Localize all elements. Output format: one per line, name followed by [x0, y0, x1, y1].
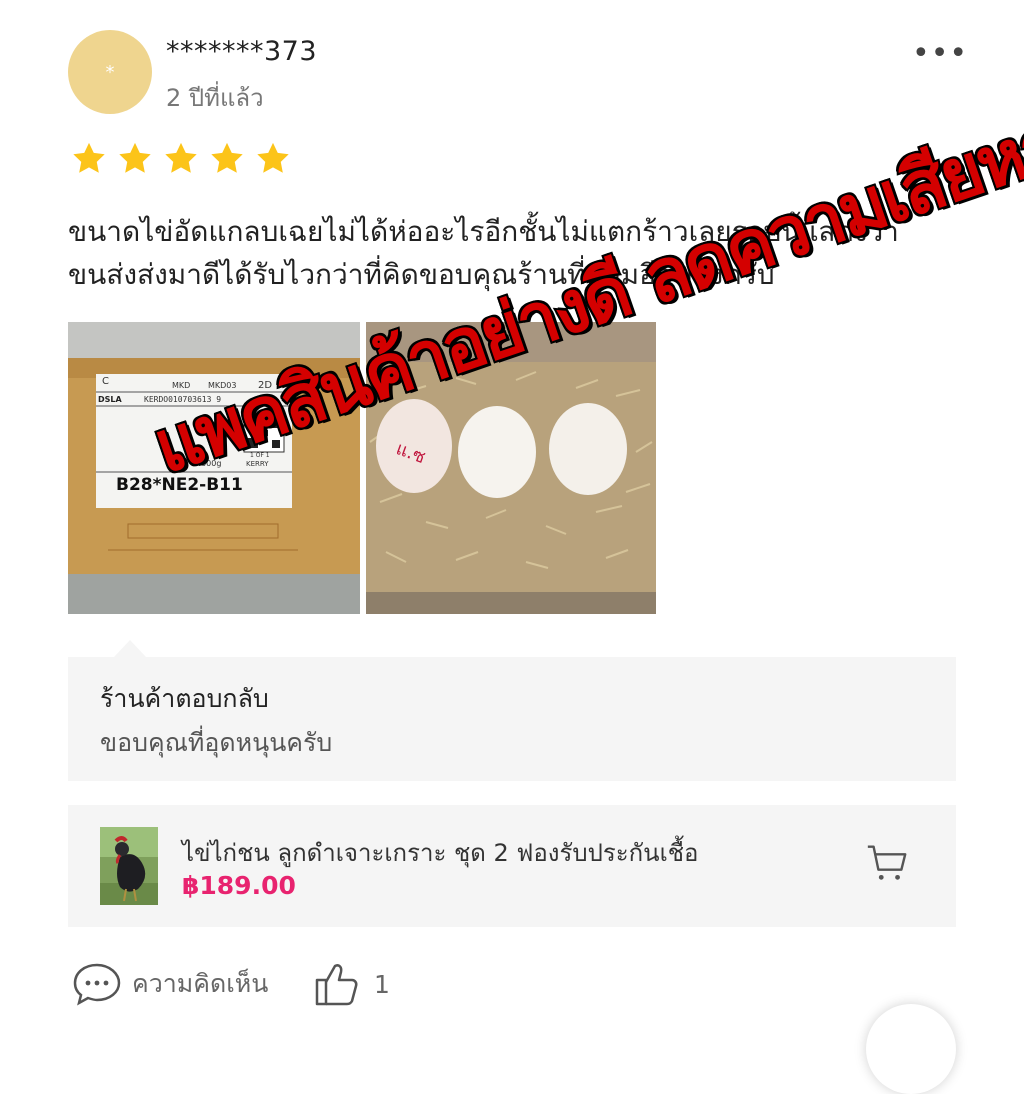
reviewer-username: *******373 — [166, 36, 318, 67]
like-count: 1 — [374, 969, 390, 999]
floating-action-button[interactable] — [866, 1004, 956, 1094]
star-rating — [70, 140, 292, 178]
seller-reply-label: ร้านค้าตอบกลับ — [100, 684, 269, 713]
star-icon — [119, 142, 151, 173]
comment-button[interactable]: ความคิดเห็น — [72, 962, 268, 1006]
comment-label: ความคิดเห็น — [132, 969, 269, 998]
star-icon — [73, 142, 105, 173]
review-time: 2 ปีที่แล้ว — [166, 84, 264, 112]
like-button[interactable]: 1 — [314, 960, 390, 1008]
reply-notch — [114, 640, 146, 657]
seller-reply-text: ขอบคุณที่อุดหนุนครับ — [100, 728, 333, 757]
product-thumbnail[interactable] — [100, 827, 158, 905]
label-top-left: C — [102, 376, 109, 387]
product-name[interactable]: ไข่ไก่ชน ลูกดำเจาะเกราะ ชุด 2 ฟองรับประก… — [182, 833, 698, 872]
star-icon — [165, 142, 197, 173]
avatar-initial: * — [105, 61, 115, 83]
comment-icon — [73, 963, 121, 1006]
label-brand: DSLA — [98, 395, 123, 404]
thumbs-up-icon — [315, 964, 358, 1006]
product-card[interactable]: ไข่ไก่ชน ลูกดำเจาะเกราะ ชุด 2 ฟองรับประก… — [68, 805, 956, 927]
seller-reply: ร้านค้าตอบกลับ ขอบคุณที่อุดหนุนครับ — [68, 657, 956, 781]
star-icon — [257, 142, 289, 173]
avatar[interactable]: * — [68, 30, 152, 114]
star-icon — [211, 142, 243, 173]
product-price: ฿189.00 — [182, 871, 296, 900]
cart-icon[interactable] — [864, 839, 910, 885]
rooster-image — [100, 827, 158, 905]
more-icon[interactable]: ••• — [912, 36, 967, 72]
